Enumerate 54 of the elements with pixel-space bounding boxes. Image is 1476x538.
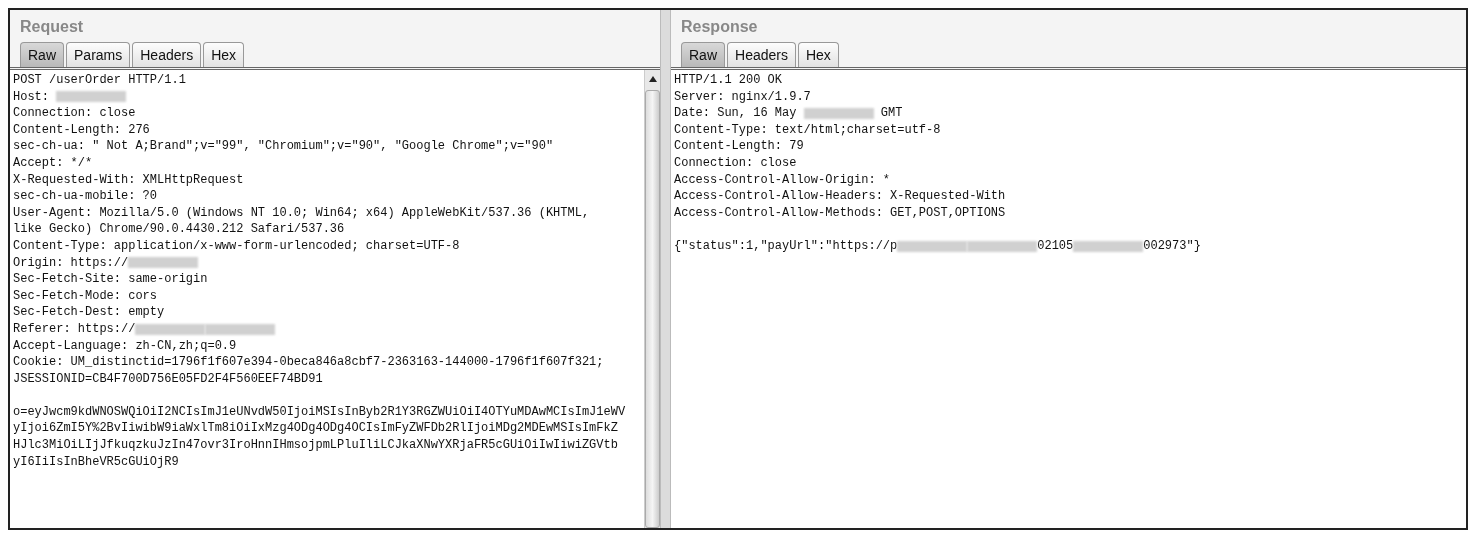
tab[interactable]: Headers bbox=[132, 42, 202, 67]
tab[interactable]: Hex bbox=[797, 42, 839, 67]
message-line-text: 02105 bbox=[1037, 237, 1074, 255]
tab[interactable]: Hex bbox=[203, 42, 245, 67]
message-line-text: yIjoi6ZmI5Y%2BvIiwibW9iaWxlTm8iOiIxMzg4ODg4ODg4OCIsImFyZWFDb2RlIjoiMDg2MDEwMSIsImFkZ bbox=[13, 420, 618, 438]
message-line-text: User-Agent: Mozilla/5.0 (Windows NT 10.0; Win64; x64) AppleWebKit/537.36 (KHTML, bbox=[13, 204, 590, 222]
message-line-text: Content-Type: text/html;charset=utf-8 bbox=[674, 121, 941, 139]
scroll-up-icon[interactable] bbox=[647, 74, 658, 84]
message-line-text: sec-ch-ua: " Not A;Brand";v="99", "Chromium";v="90", "Google Chrome";v="90" bbox=[13, 138, 554, 155]
message-line-text: Access-Control-Allow-Headers: X-Requested-With bbox=[674, 188, 1006, 205]
message-line-text: Server: nginx/1.9.7 bbox=[674, 88, 811, 106]
tab[interactable]: Params bbox=[66, 42, 131, 67]
redaction-blur bbox=[803, 108, 874, 119]
message-line-text: Date: Sun, 16 May bbox=[674, 105, 798, 122]
message-line-text: Access-Control-Allow-Methods: GET,POST,OPTIONS bbox=[674, 204, 1006, 222]
message-line-text: GMT bbox=[879, 105, 903, 122]
redaction-blur bbox=[205, 323, 276, 335]
message-line-text: Access-Control-Allow-Origin: * bbox=[674, 171, 891, 189]
redaction-blur bbox=[897, 240, 968, 252]
message-line-text: POST /userOrder HTTP/1.1 bbox=[13, 72, 186, 89]
message-line-text: HJlc3MiOiLIjJfkuqzkuJzIn47ovr3IroHnnIHmsojpmLPluIliLCJkaXNwYXRjaFR5cGUiOiIwIiwiZGVtb bbox=[13, 437, 618, 454]
message-line-text: Content-Type: application/x-www-form-urlencoded; charset=UTF-8 bbox=[13, 237, 460, 255]
pane-title: Response bbox=[680, 17, 759, 37]
message-line-text: Connection: close bbox=[674, 154, 797, 172]
message-line-text: like Gecko) Chrome/90.0.4430.212 Safari/537.36 bbox=[13, 221, 345, 238]
message-line-text: Cookie: UM_distinctid=1796f1f607e394-0beca846a8cbf7-2363163-144000-1796f1f607f321; bbox=[13, 354, 604, 371]
message-line-text: Content-Length: 276 bbox=[13, 121, 150, 139]
message-line-text: Origin: https:// bbox=[13, 254, 129, 272]
message-line-text: {"status":1,"payUrl":"https://p bbox=[674, 237, 898, 255]
tab[interactable]: Headers bbox=[727, 42, 796, 67]
message-line-text: Connection: close bbox=[13, 105, 136, 122]
redaction-blur bbox=[128, 257, 199, 269]
message-line-text: JSESSIONID=CB4F700D756E05FD2F4F560EEF74BD91 bbox=[13, 370, 323, 388]
redaction-blur bbox=[1073, 240, 1144, 252]
message-line-text: X-Requested-With: XMLHttpRequest bbox=[13, 171, 244, 189]
message-line-text: Accept: */* bbox=[13, 154, 93, 172]
redaction-blur bbox=[135, 323, 206, 335]
redaction-blur bbox=[56, 91, 127, 103]
message-line-text: o=eyJwcm9kdWNOSWQiOiI2NCIsImJ1eUNvdW50IjoiMSIsInByb2R1Y3RGZWUiOiI4OTYuMDAwMCIsImJ1eWV bbox=[13, 403, 626, 421]
message-line-text: Content-Length: 79 bbox=[674, 138, 804, 155]
message-line-text: sec-ch-ua-mobile: ?0 bbox=[13, 188, 158, 205]
message-line-text: Accept-Language: zh-CN,zh;q=0.9 bbox=[13, 337, 237, 355]
redaction-blur bbox=[967, 240, 1038, 252]
message-line-text: HTTP/1.1 200 OK bbox=[674, 72, 783, 89]
message-line-text: Sec-Fetch-Mode: cors bbox=[13, 287, 158, 305]
message-line-text: Sec-Fetch-Site: same-origin bbox=[13, 271, 208, 288]
pane-title: Request bbox=[19, 17, 85, 37]
tab[interactable]: Raw bbox=[20, 42, 64, 67]
message-line-text: Host: bbox=[13, 88, 50, 106]
message-line-text: 002973"} bbox=[1143, 237, 1201, 255]
message-line-text: Sec-Fetch-Dest: empty bbox=[13, 304, 165, 321]
message-line-text: yI6IiIsInBheVR5cGUiOjR9 bbox=[13, 453, 179, 471]
message-line-text: Referer: https:// bbox=[13, 320, 136, 338]
tab[interactable]: Raw bbox=[681, 42, 725, 67]
